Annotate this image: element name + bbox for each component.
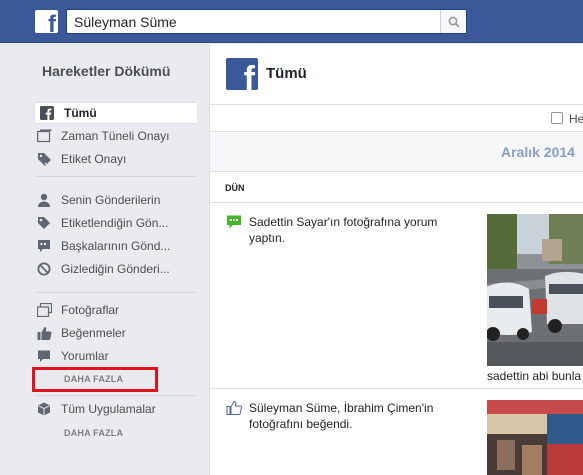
hidden-icon bbox=[36, 261, 52, 277]
sidebar-item-label: Tümü bbox=[64, 106, 97, 120]
comment-icon bbox=[227, 215, 241, 229]
search-icon bbox=[448, 16, 460, 28]
day-label: DÜN bbox=[225, 183, 245, 193]
sidebar-item-label: Senin Gönderilerin bbox=[61, 193, 161, 207]
activity-log-main: f Tümü He Aralık 2014 DÜN Sadettin Sayar… bbox=[209, 44, 583, 475]
like-icon bbox=[226, 400, 242, 415]
activity-log-sidebar: Hareketler Dökümü Tümü Zaman Tüneli Onay… bbox=[0, 44, 209, 475]
timeline-icon bbox=[36, 128, 52, 144]
sidebar-title: Hareketler Dökümü bbox=[42, 63, 171, 79]
search-input[interactable] bbox=[67, 10, 437, 33]
facebook-logo-glyph: f bbox=[48, 11, 56, 34]
filter-bar: He bbox=[210, 104, 583, 132]
search-box bbox=[66, 9, 467, 34]
sidebar-item-label: Gizlediğin Gönderi... bbox=[61, 262, 170, 276]
photos-icon bbox=[36, 302, 52, 318]
sidebar-item-label: Tüm Uygulamalar bbox=[61, 402, 156, 416]
sidebar-item-label: Fotoğraflar bbox=[61, 303, 120, 317]
month-heading: Aralık 2014 bbox=[501, 144, 575, 160]
street-photo bbox=[487, 400, 583, 475]
comment-bubble-icon bbox=[36, 238, 52, 254]
facebook-icon bbox=[39, 105, 55, 121]
tag-icon bbox=[36, 215, 52, 231]
activity-text: Sadettin Sayar'ın fotoğrafına yorum yapt… bbox=[249, 215, 438, 245]
page-title: Tümü bbox=[266, 65, 307, 82]
activity-item[interactable]: Sadettin Sayar'ın fotoğrafına yorum yapt… bbox=[210, 204, 583, 389]
parking-lot-photo bbox=[487, 214, 583, 366]
sidebar-item-label: Zaman Tüneli Onayı bbox=[61, 129, 170, 143]
sidebar-item-label: Yorumlar bbox=[61, 349, 109, 363]
tag-check-icon bbox=[36, 151, 52, 167]
sidebar-item-others-posts[interactable]: Başkalarının Gönd... bbox=[36, 235, 170, 257]
sidebar-item-label: Başkalarının Gönd... bbox=[61, 239, 171, 253]
facebook-logo-glyph: f bbox=[243, 60, 255, 90]
thumbs-up-icon bbox=[36, 325, 52, 341]
sidebar-divider bbox=[36, 292, 196, 293]
sidebar-item-likes[interactable]: Beğenmeler bbox=[36, 322, 126, 344]
comment-icon bbox=[36, 348, 52, 364]
facebook-logo-large: f bbox=[226, 58, 258, 90]
facebook-logo[interactable]: f bbox=[35, 10, 58, 33]
activity-photo[interactable] bbox=[487, 400, 583, 475]
photo-caption: sadettin abi bunla bbox=[487, 369, 582, 383]
sidebar-item-label: Etiket Onayı bbox=[61, 152, 127, 166]
sidebar-item-tagged-posts[interactable]: Etiketlendiğin Gön... bbox=[36, 212, 168, 234]
activity-text: Süleyman Süme, İbrahim Çimen'in fotoğraf… bbox=[249, 401, 434, 431]
filter-label: He bbox=[569, 112, 583, 126]
sidebar-item-hidden-posts[interactable]: Gizlediğin Gönderi... bbox=[36, 258, 170, 280]
sidebar-divider bbox=[36, 395, 196, 396]
sidebar-item-your-posts[interactable]: Senin Gönderilerin bbox=[36, 189, 160, 211]
top-navigation-bar: f bbox=[0, 0, 583, 43]
day-header: DÜN bbox=[210, 171, 583, 203]
sidebar-item-timeline-review[interactable]: Zaman Tüneli Onayı bbox=[36, 125, 170, 147]
main-header: f Tümü bbox=[210, 44, 583, 104]
sidebar-item-tag-review[interactable]: Etiket Onayı bbox=[36, 148, 126, 170]
sidebar-item-comments[interactable]: Yorumlar bbox=[36, 345, 109, 367]
red-highlight-box bbox=[32, 367, 158, 392]
search-button[interactable] bbox=[440, 10, 466, 33]
filter-checkbox[interactable] bbox=[551, 112, 563, 124]
more-link-apps[interactable]: DAHA FAZLA bbox=[64, 428, 123, 438]
sidebar-item-label: Etiketlendiğin Gön... bbox=[61, 216, 169, 230]
person-icon bbox=[36, 192, 52, 208]
sidebar-item-all[interactable]: Tümü bbox=[34, 102, 197, 124]
sidebar-item-all-apps[interactable]: Tüm Uygulamalar bbox=[36, 398, 156, 420]
sidebar-item-label: Beğenmeler bbox=[61, 326, 126, 340]
sidebar-divider bbox=[36, 176, 196, 177]
sidebar-item-photos[interactable]: Fotoğraflar bbox=[36, 299, 119, 321]
apps-cube-icon bbox=[36, 401, 52, 417]
activity-photo[interactable] bbox=[487, 214, 583, 366]
activity-item[interactable]: Süleyman Süme, İbrahim Çimen'in fotoğraf… bbox=[210, 390, 583, 475]
